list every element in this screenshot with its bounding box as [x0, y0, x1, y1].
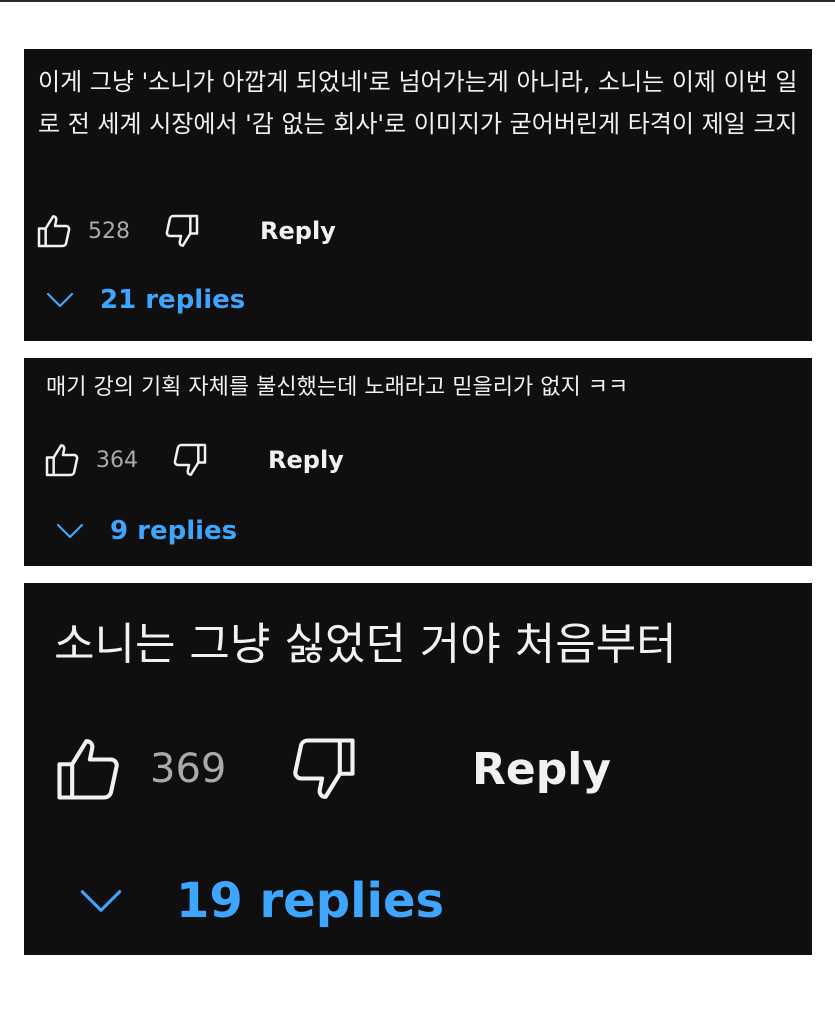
comment-text: 이게 그냥 '소니가 아깝게 되었네'로 넘어가는게 아니라, 소니는 이제 이…: [38, 68, 798, 138]
like-count: 528: [88, 218, 130, 244]
replies-count-label: 21 replies: [100, 285, 246, 315]
view-replies-button[interactable]: 9 replies: [56, 516, 237, 546]
chevron-down-icon: [56, 522, 84, 540]
comment-card: 이게 그냥 '소니가 아깝게 되었네'로 넘어가는게 아니라, 소니는 이제 이…: [24, 49, 812, 341]
comment-actions: 528 Reply: [34, 211, 336, 251]
top-divider: [0, 0, 835, 2]
comment-actions: 369 Reply: [50, 731, 611, 807]
comment-text: 소니는 그냥 싫었던 거야 처음부터: [54, 619, 677, 670]
view-replies-button[interactable]: 21 replies: [46, 285, 245, 315]
like-count: 364: [96, 447, 138, 473]
thumbs-down-icon[interactable]: [286, 731, 362, 807]
like-count: 369: [150, 746, 227, 792]
thumbs-down-icon[interactable]: [162, 211, 202, 251]
reply-button[interactable]: Reply: [268, 446, 344, 474]
comment-text: 매기 강의 기획 자체를 불신했는데 노래라고 믿을리가 없지 ㅋㅋ: [46, 375, 629, 400]
thumbs-up-icon[interactable]: [42, 440, 82, 480]
chevron-down-icon: [46, 291, 74, 309]
comment-card: 매기 강의 기획 자체를 불신했는데 노래라고 믿을리가 없지 ㅋㅋ 364 R…: [24, 358, 812, 566]
comment-card: 소니는 그냥 싫었던 거야 처음부터 369 Reply 19 replies: [24, 583, 812, 955]
replies-count-label: 19 replies: [176, 873, 445, 929]
comment-actions: 364 Reply: [42, 440, 344, 480]
replies-count-label: 9 replies: [110, 516, 238, 546]
view-replies-button[interactable]: 19 replies: [78, 873, 444, 929]
chevron-down-icon: [78, 887, 124, 915]
thumbs-down-icon[interactable]: [170, 440, 210, 480]
thumbs-up-icon[interactable]: [34, 211, 74, 251]
reply-button[interactable]: Reply: [260, 217, 336, 245]
reply-button[interactable]: Reply: [472, 744, 611, 795]
thumbs-up-icon[interactable]: [50, 731, 126, 807]
